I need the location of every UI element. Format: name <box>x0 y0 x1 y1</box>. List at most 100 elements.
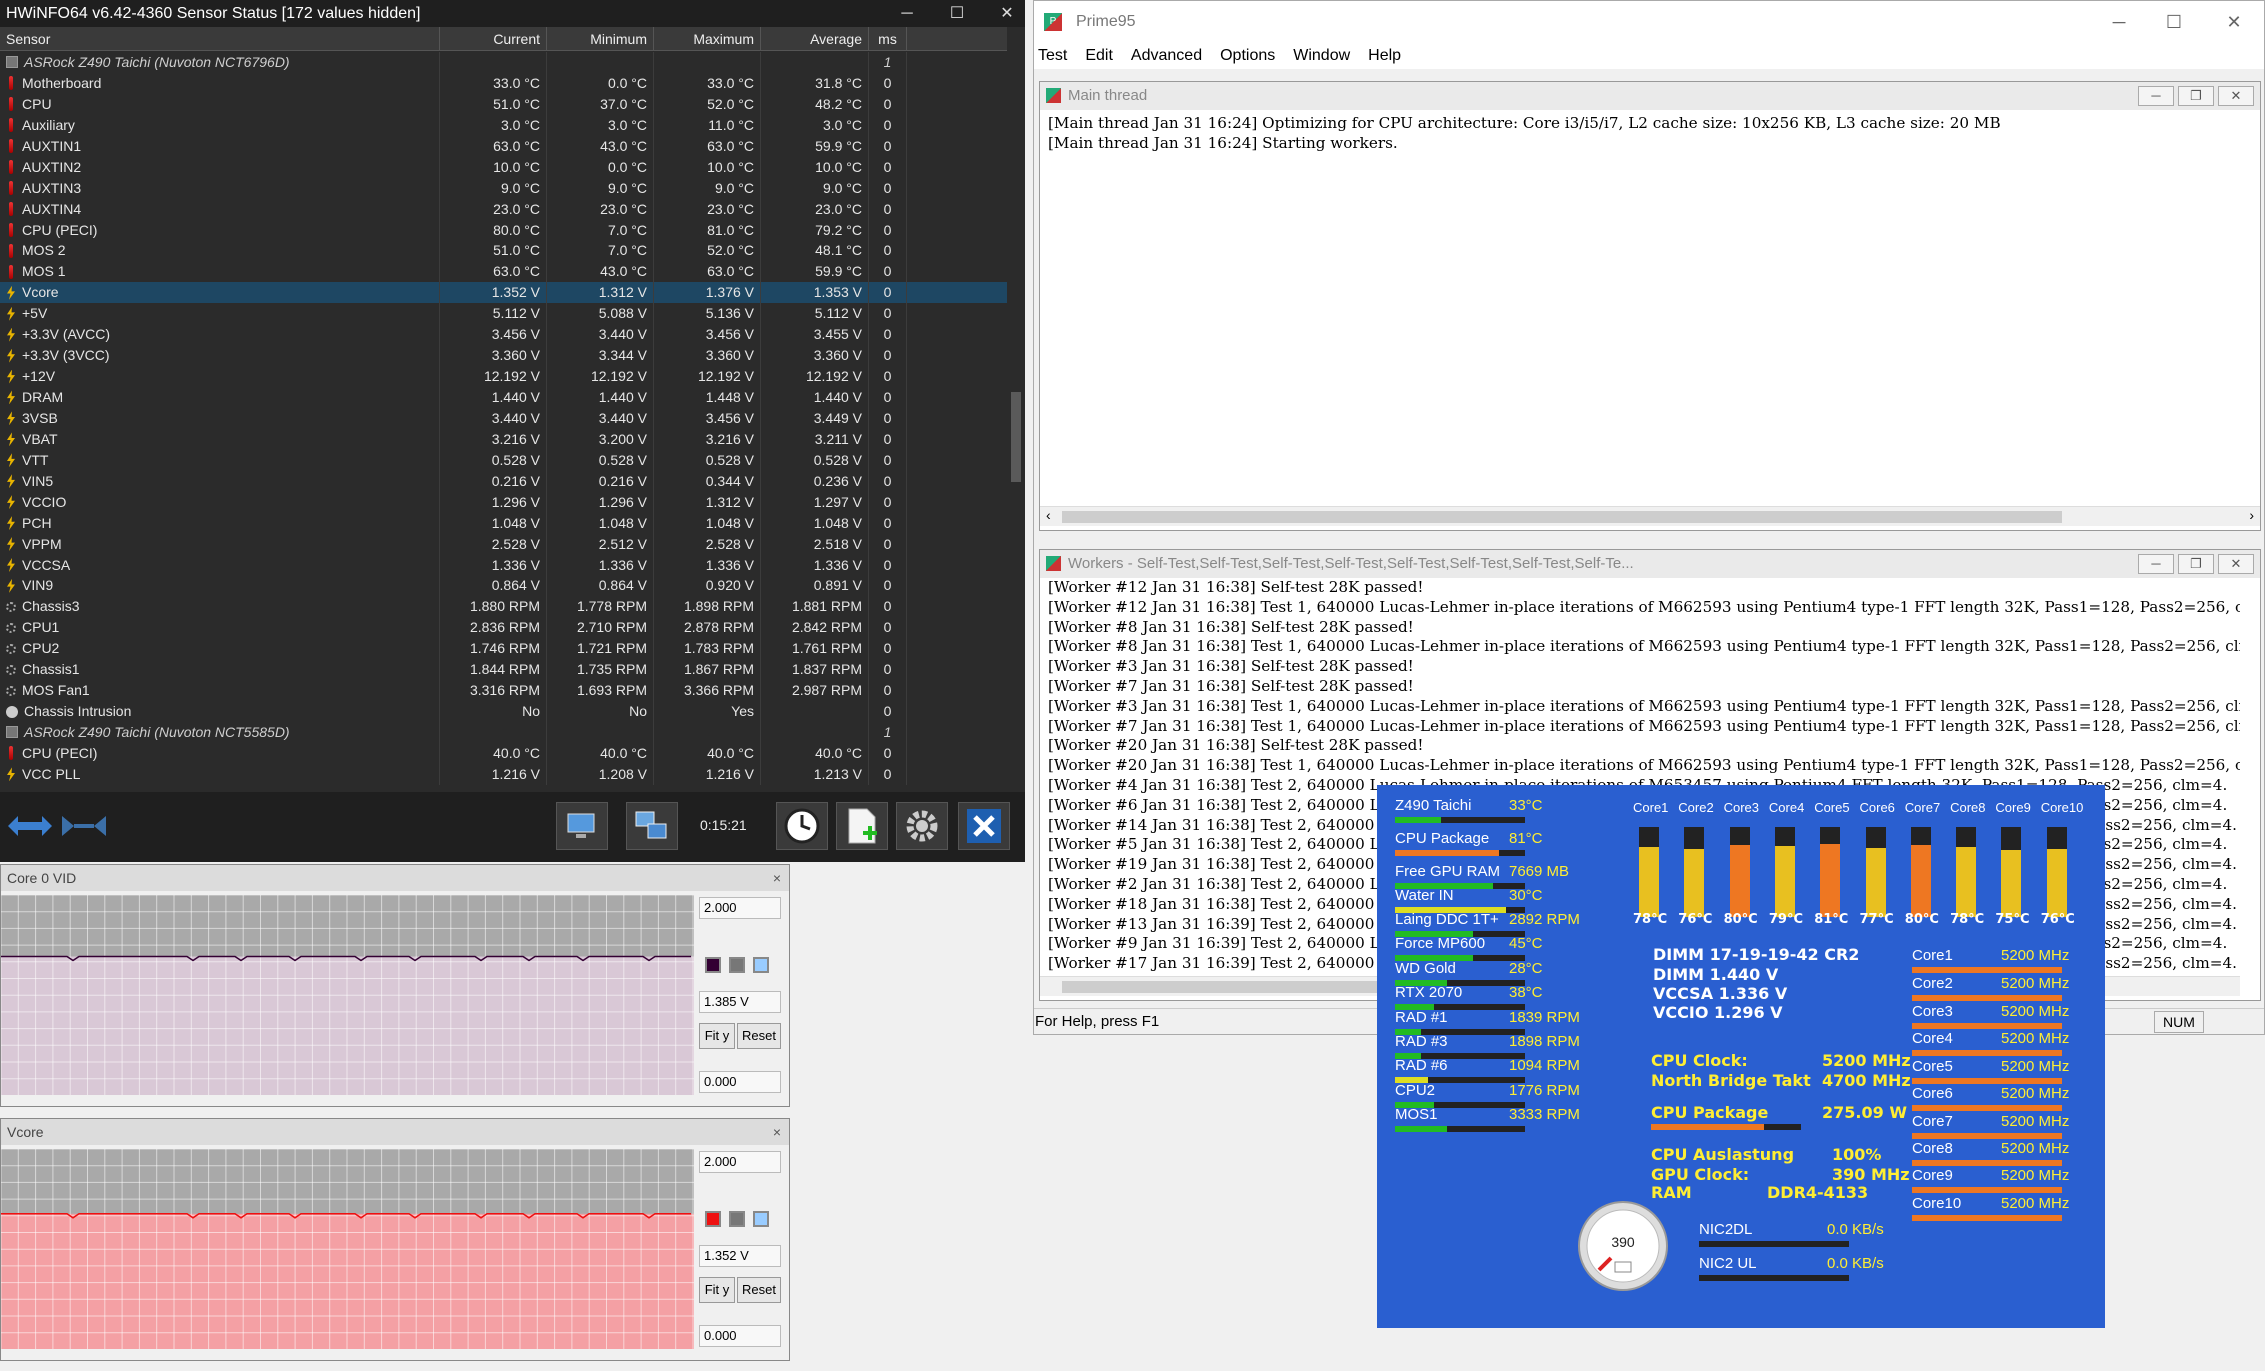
scroll-right-icon[interactable]: › <box>2249 507 2254 523</box>
sensor-row[interactable]: Motherboard 33.0 °C 0.0 °C 33.0 °C 31.8 °C 0 <box>0 72 1007 94</box>
reset-button[interactable]: Reset <box>737 1023 781 1049</box>
menu-test[interactable]: Test <box>1038 43 1067 69</box>
col-sensor[interactable]: Sensor <box>0 27 440 50</box>
sensor-row[interactable]: +12V 12.192 V 12.192 V 12.192 V 12.192 V0 <box>0 366 1007 387</box>
expand-arrows-icon[interactable] <box>4 802 56 850</box>
sensor-row[interactable]: CPU 51.0 °C 37.0 °C 52.0 °C 48.2 °C 0 <box>0 93 1007 115</box>
minimize-icon[interactable]: ─ <box>889 0 925 27</box>
sensor-row[interactable]: DRAM 1.440 V 1.440 V 1.448 V 1.440 V0 <box>0 387 1007 408</box>
col-average[interactable]: Average <box>761 27 869 50</box>
core-clock-value: 5200 MHz <box>2001 975 2070 992</box>
close-icon[interactable]: ✕ <box>2214 1 2254 43</box>
menu-window[interactable]: Window <box>1293 43 1350 69</box>
network-computer-icon[interactable] <box>556 802 608 850</box>
col-minimum[interactable]: Minimum <box>547 27 654 50</box>
sensor-row[interactable]: AUXTIN3 9.0 °C 9.0 °C 9.0 °C 9.0 °C 0 <box>0 177 1007 199</box>
scroll-left-icon[interactable]: ‹ <box>1046 507 1051 523</box>
sensor-row[interactable]: CPU (PECI) 80.0 °C 7.0 °C 81.0 °C 79.2 °C 0 <box>0 219 1007 241</box>
scrollbar-thumb[interactable] <box>1062 511 2062 523</box>
sensor-row[interactable]: VIN9 0.864 V 0.864 V 0.920 V 0.891 V0 <box>0 575 1007 597</box>
minimize-icon[interactable]: ─ <box>2138 86 2174 106</box>
sensor-row[interactable]: VCCIO 1.296 V 1.296 V 1.312 V 1.297 V0 <box>0 491 1007 513</box>
close-sensors-icon[interactable] <box>958 802 1010 850</box>
maximum-value: 3.456 V <box>654 324 761 346</box>
sensor-row[interactable]: CPU1 2.836 RPM 2.710 RPM 2.878 RPM 2.842 RPM… <box>0 617 1007 639</box>
maximum-value: 1.048 V <box>654 512 761 534</box>
close-icon[interactable]: ✕ <box>2218 554 2254 574</box>
minimize-icon[interactable]: ─ <box>2099 1 2139 43</box>
sensor-row[interactable]: Vcore 1.352 V 1.312 V 1.376 V 1.353 V0 <box>0 282 1007 304</box>
sensor-row[interactable]: VPPM 2.528 V 2.512 V 2.528 V 2.518 V0 <box>0 533 1007 555</box>
core-clock-bar <box>1912 1023 2062 1029</box>
prime95-logo-icon: P <box>1044 13 1062 31</box>
col-current[interactable]: Current <box>440 27 547 50</box>
sensor-row[interactable]: +5V 5.112 V 5.088 V 5.136 V 5.112 V0 <box>0 303 1007 325</box>
sensor-row[interactable]: CPU2 1.746 RPM 1.721 RPM 1.783 RPM 1.761 RPM… <box>0 638 1007 660</box>
minimize-icon[interactable]: ─ <box>2138 554 2174 574</box>
report-icon[interactable] <box>836 802 888 850</box>
restore-icon[interactable]: ❐ <box>2178 86 2214 106</box>
graph-option-swatch[interactable] <box>729 957 745 973</box>
menu-edit[interactable]: Edit <box>1085 43 1113 69</box>
col-maximum[interactable]: Maximum <box>654 27 761 50</box>
maximum-value: 3.216 V <box>654 428 761 450</box>
sensor-row[interactable]: VBAT 3.216 V 3.200 V 3.216 V 3.211 V0 <box>0 428 1007 450</box>
sensor-row[interactable]: Chassis3 1.880 RPM 1.778 RPM 1.898 RPM 1.881… <box>0 596 1007 618</box>
sensor-row[interactable]: +3.3V (AVCC) 3.456 V 3.440 V 3.456 V 3.455 V… <box>0 324 1007 346</box>
sensor-row[interactable]: VCCSA 1.336 V 1.336 V 1.336 V 1.336 V0 <box>0 554 1007 576</box>
average-value: 3.211 V <box>761 428 869 450</box>
close-icon[interactable]: ✕ <box>2218 86 2254 106</box>
menu-options[interactable]: Options <box>1220 43 1275 69</box>
collapse-arrows-icon[interactable] <box>58 802 110 850</box>
graph-color-swatch[interactable] <box>705 957 721 973</box>
sensor-row[interactable]: 3VSB 3.440 V 3.440 V 3.456 V 3.449 V0 <box>0 407 1007 429</box>
sensor-row[interactable]: MOS 2 51.0 °C 7.0 °C 52.0 °C 48.1 °C 0 <box>0 240 1007 262</box>
restore-icon[interactable]: ❐ <box>2178 554 2214 574</box>
core-temp-label: Core4 <box>1768 800 1805 815</box>
sensor-row[interactable]: AUXTIN4 23.0 °C 23.0 °C 23.0 °C 23.0 °C 0 <box>0 198 1007 220</box>
scrollbar-thumb[interactable] <box>1011 392 1021 482</box>
menu-help[interactable]: Help <box>1368 43 1401 69</box>
sensor-row[interactable]: AUXTIN1 63.0 °C 43.0 °C 63.0 °C 59.9 °C 0 <box>0 135 1007 157</box>
close-icon[interactable]: × <box>773 1119 781 1145</box>
settings-gear-icon[interactable] <box>896 802 948 850</box>
sensor-row[interactable]: MOS 1 63.0 °C 43.0 °C 63.0 °C 59.9 °C 0 <box>0 261 1007 283</box>
sensor-row[interactable]: VCC PLL 1.216 V 1.208 V 1.216 V 1.213 V0 <box>0 763 1007 785</box>
sensor-name-cell: PCH <box>0 512 440 534</box>
graph-option-swatch[interactable] <box>753 957 769 973</box>
graph-option-swatch[interactable] <box>753 1211 769 1227</box>
current-value: 1.216 V <box>440 763 547 785</box>
sensor-row[interactable]: +3.3V (3VCC) 3.360 V 3.344 V 3.360 V 3.360 V… <box>0 345 1007 367</box>
menu-advanced[interactable]: Advanced <box>1131 43 1202 69</box>
horizontal-scrollbar[interactable]: ‹ › <box>1040 506 2260 526</box>
col-ms[interactable]: ms <box>869 27 907 50</box>
graph-color-swatch[interactable] <box>705 1211 721 1227</box>
sensor-row[interactable]: ASRock Z490 Taichi (Nuvoton NCT6796D) 1 <box>0 52 1007 73</box>
minimum-value: 0.0 °C <box>547 156 654 178</box>
sensor-row[interactable]: VIN5 0.216 V 0.216 V 0.344 V 0.236 V0 <box>0 470 1007 492</box>
lightning-icon <box>7 369 15 384</box>
sensor-row[interactable]: MOS Fan1 3.316 RPM 1.693 RPM 3.366 RPM 2.987… <box>0 680 1007 702</box>
sensor-row[interactable]: Chassis Intrusion No No Yes 0 <box>0 701 1007 722</box>
sensor-row[interactable]: CPU (PECI) 40.0 °C 40.0 °C 40.0 °C 40.0 °C 0 <box>0 742 1007 764</box>
maximize-icon[interactable]: ☐ <box>939 0 975 27</box>
sensor-network-icon[interactable] <box>626 802 678 850</box>
sensor-scrollbar[interactable] <box>1007 27 1025 792</box>
panel-item-value: 1776 RPM <box>1509 1082 1580 1099</box>
graph-option-swatch[interactable] <box>729 1211 745 1227</box>
sensor-row[interactable]: ASRock Z490 Taichi (Nuvoton NCT5585D) 1 <box>0 722 1007 743</box>
fit-y-button[interactable]: Fit y <box>699 1277 735 1303</box>
sensor-row[interactable]: PCH 1.048 V 1.048 V 1.048 V 1.048 V0 <box>0 512 1007 534</box>
sensor-row[interactable]: Auxiliary 3.0 °C 3.0 °C 11.0 °C 3.0 °C 0 <box>0 114 1007 136</box>
maximize-icon[interactable]: ☐ <box>2154 1 2194 43</box>
sensor-row[interactable]: Chassis1 1.844 RPM 1.735 RPM 1.867 RPM 1.837… <box>0 659 1007 681</box>
sensor-row[interactable]: VTT 0.528 V 0.528 V 0.528 V 0.528 V0 <box>0 449 1007 471</box>
fit-y-button[interactable]: Fit y <box>699 1023 735 1049</box>
sensor-row[interactable]: AUXTIN2 10.0 °C 0.0 °C 10.0 °C 10.0 °C 0 <box>0 156 1007 178</box>
panel-item-value: 1839 RPM <box>1509 1009 1580 1026</box>
close-icon[interactable]: ✕ <box>989 0 1025 27</box>
reset-button[interactable]: Reset <box>737 1277 781 1303</box>
close-icon[interactable]: × <box>773 865 781 891</box>
clock-icon[interactable] <box>776 802 828 850</box>
lightning-icon <box>7 453 15 468</box>
